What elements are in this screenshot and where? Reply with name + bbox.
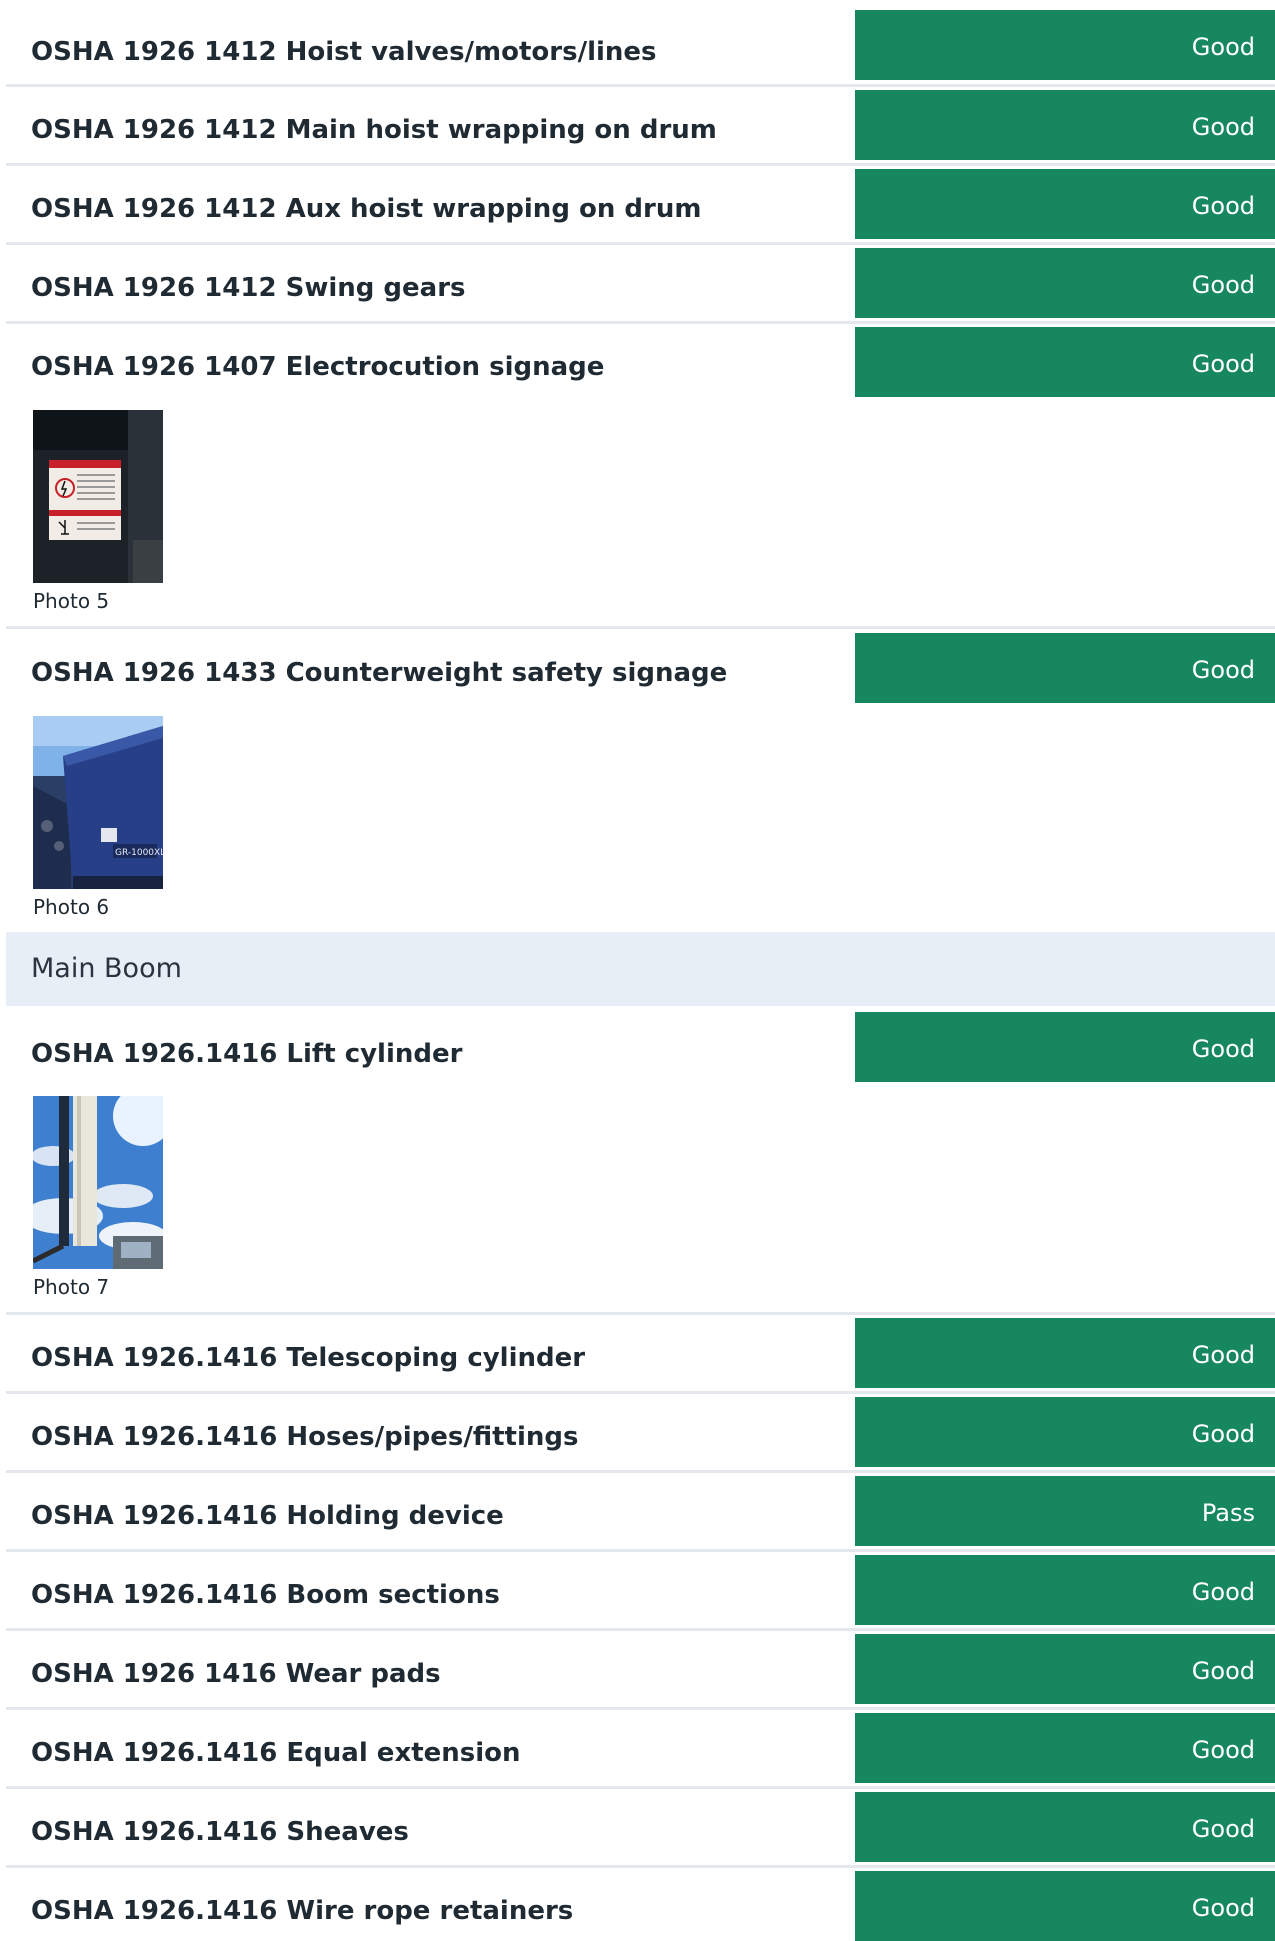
- item-label: OSHA 1926.1416 Equal extension: [31, 1738, 521, 1768]
- inspection-row: OSHA 1926 1412 Aux hoist wrapping on dru…: [6, 166, 1275, 245]
- section-title: Main Boom: [31, 953, 182, 984]
- photo-plate-text: GR-1000XL: [115, 848, 163, 858]
- photo-caption: Photo 7: [33, 1275, 110, 1299]
- status-text: Good: [1191, 1815, 1255, 1843]
- status-text: Good: [1191, 1578, 1255, 1606]
- status-text: Good: [1191, 656, 1255, 684]
- section-header: Main Boom: [6, 932, 1275, 1006]
- status-badge[interactable]: Good: [855, 248, 1275, 318]
- lift-cylinder-photo: [33, 1096, 163, 1269]
- status-text: Good: [1191, 271, 1255, 299]
- status-text: Good: [1191, 1736, 1255, 1764]
- item-label: OSHA 1926 1433 Counterweight safety sign…: [31, 658, 728, 688]
- status-badge[interactable]: Good: [855, 327, 1275, 397]
- item-label: OSHA 1926.1416 Sheaves: [31, 1817, 409, 1847]
- item-label: OSHA 1926 1412 Swing gears: [31, 273, 466, 303]
- photo-caption: Photo 5: [33, 589, 110, 613]
- item-label: OSHA 1926 1412 Hoist valves/motors/lines: [31, 37, 657, 67]
- counterweight-signage-photo: GR-1000XL: [33, 716, 163, 889]
- status-badge[interactable]: Good: [855, 1318, 1275, 1388]
- status-text: Good: [1191, 1657, 1255, 1685]
- status-badge[interactable]: Good: [855, 1634, 1275, 1704]
- photo-attachment[interactable]: Photo 5: [33, 410, 163, 613]
- inspection-row: OSHA 1926.1416 Equal extension Good: [6, 1710, 1275, 1789]
- inspection-row: OSHA 1926.1416 Telescoping cylinder Good: [6, 1315, 1275, 1394]
- photo-thumbnail[interactable]: [33, 1096, 163, 1269]
- inspection-row: OSHA 1926.1416 Boom sections Good: [6, 1552, 1275, 1631]
- status-text: Good: [1191, 1035, 1255, 1063]
- inspection-row: OSHA 1926 1433 Counterweight safety sign…: [6, 629, 1275, 932]
- item-label: OSHA 1926.1416 Lift cylinder: [31, 1039, 463, 1069]
- electrocution-signage-photo: [33, 410, 163, 583]
- inspection-row: OSHA 1926 1412 Hoist valves/motors/lines…: [6, 0, 1275, 87]
- photo-thumbnail[interactable]: GR-1000XL: [33, 716, 163, 889]
- status-badge[interactable]: Good: [855, 1713, 1275, 1783]
- inspection-row: OSHA 1926.1416 Lift cylinder Good Photo …: [6, 1006, 1275, 1315]
- item-label: OSHA 1926 1412 Aux hoist wrapping on dru…: [31, 194, 702, 224]
- photo-attachment[interactable]: Photo 7: [33, 1096, 163, 1299]
- inspection-row: OSHA 1926.1416 Holding device Pass: [6, 1473, 1275, 1552]
- status-badge[interactable]: Good: [855, 1792, 1275, 1862]
- status-text: Good: [1191, 350, 1255, 378]
- status-text: Good: [1191, 1894, 1255, 1922]
- status-badge[interactable]: Good: [855, 1871, 1275, 1941]
- status-badge[interactable]: Good: [855, 1555, 1275, 1625]
- item-label: OSHA 1926.1416 Hoses/pipes/fittings: [31, 1422, 579, 1452]
- inspection-row: OSHA 1926.1416 Hoses/pipes/fittings Good: [6, 1394, 1275, 1473]
- status-text: Good: [1191, 1420, 1255, 1448]
- item-label: OSHA 1926.1416 Wire rope retainers: [31, 1896, 574, 1926]
- photo-thumbnail[interactable]: [33, 410, 163, 583]
- item-label: OSHA 1926.1416 Boom sections: [31, 1580, 500, 1610]
- status-badge[interactable]: Good: [855, 1397, 1275, 1467]
- inspection-row: OSHA 1926.1416 Wire rope retainers Good: [6, 1868, 1275, 1941]
- item-label: OSHA 1926 1416 Wear pads: [31, 1659, 441, 1689]
- status-badge[interactable]: Good: [855, 169, 1275, 239]
- item-label: OSHA 1926 1412 Main hoist wrapping on dr…: [31, 115, 717, 145]
- inspection-row: OSHA 1926 1412 Main hoist wrapping on dr…: [6, 87, 1275, 166]
- photo-caption: Photo 6: [33, 895, 110, 919]
- status-text: Good: [1191, 113, 1255, 141]
- status-badge[interactable]: Good: [855, 1012, 1275, 1082]
- status-text: Good: [1191, 33, 1255, 61]
- inspection-row: OSHA 1926 1407 Electrocution signage Goo…: [6, 324, 1275, 629]
- status-badge[interactable]: Good: [855, 633, 1275, 703]
- status-badge[interactable]: Good: [855, 90, 1275, 160]
- status-badge[interactable]: Good: [855, 10, 1275, 80]
- inspection-row: OSHA 1926.1416 Sheaves Good: [6, 1789, 1275, 1868]
- item-label: OSHA 1926 1407 Electrocution signage: [31, 352, 605, 382]
- status-text: Good: [1191, 192, 1255, 220]
- inspection-report: OSHA 1926 1412 Hoist valves/motors/lines…: [6, 0, 1275, 1941]
- item-label: OSHA 1926.1416 Telescoping cylinder: [31, 1343, 586, 1373]
- item-label: OSHA 1926.1416 Holding device: [31, 1501, 504, 1531]
- inspection-row: OSHA 1926 1412 Swing gears Good: [6, 245, 1275, 324]
- status-badge[interactable]: Pass: [855, 1476, 1275, 1546]
- status-text: Good: [1191, 1341, 1255, 1369]
- status-text: Pass: [1201, 1499, 1255, 1527]
- inspection-row: OSHA 1926 1416 Wear pads Good: [6, 1631, 1275, 1710]
- photo-attachment[interactable]: GR-1000XL Photo 6: [33, 716, 163, 919]
